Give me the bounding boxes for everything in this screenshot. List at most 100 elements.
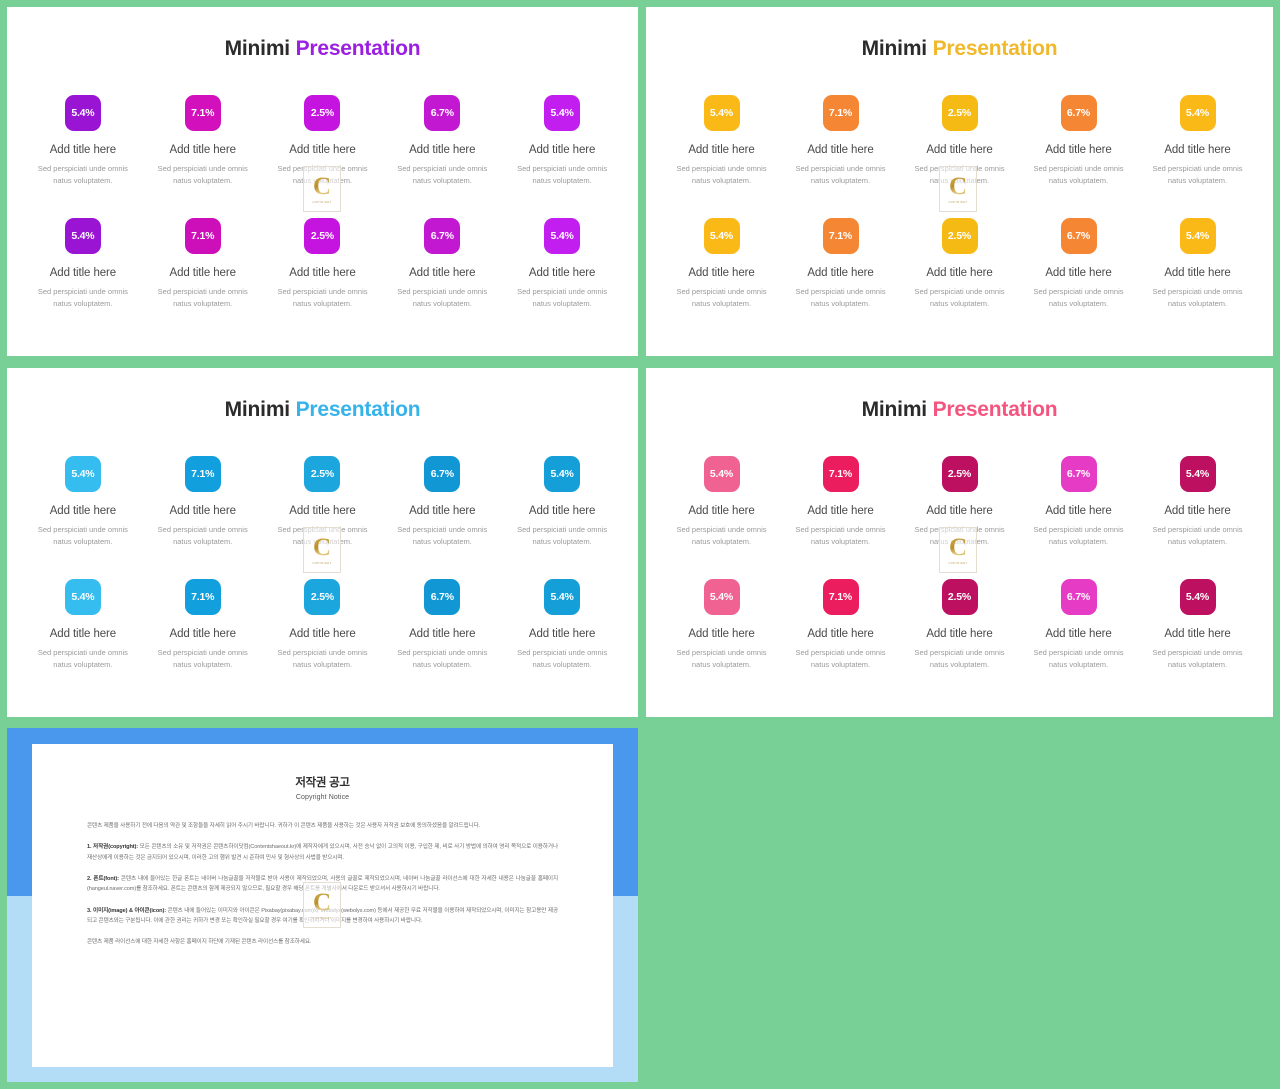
stat-badge: 5.4%	[1179, 218, 1216, 255]
stat-card: 5.4% Add title here Sed perspiciati unde o…	[23, 95, 143, 186]
slide-title-purple: Minimi Presentation	[7, 37, 638, 61]
stat-badge: 2.5%	[304, 579, 341, 616]
stat-card: 2.5% Add title here Sed perspiciati unde o…	[263, 456, 383, 547]
slide-preview-amber[interactable]: Minimi Presentation 5.4% Add title here Se…	[646, 7, 1273, 356]
stat-card-title: Add title here	[926, 505, 993, 517]
stat-card-grid: 5.4% Add title here Sed perspiciati unde o…	[646, 456, 1273, 671]
stat-badge: 2.5%	[304, 456, 341, 492]
stat-card: 5.4% Add title here Sed perspiciati unde o…	[662, 218, 781, 309]
stat-badge: 5.4%	[544, 218, 581, 255]
stat-card: 5.4% Add title here Sed perspiciati unde o…	[1138, 95, 1257, 186]
copyright-section-text: 모든 콘텐츠의 소유 및 저작권은 콘텐츠하이닷컴(Contentshaeout…	[87, 844, 558, 861]
stat-card: 7.1% Add title here Sed perspiciati unde o…	[781, 218, 900, 309]
stat-card: 6.7% Add title here Sed perspiciati unde o…	[382, 218, 502, 309]
stat-card: 5.4% Add title here Sed perspiciati unde o…	[662, 456, 781, 547]
stat-card-title: Add title here	[688, 267, 755, 280]
stat-card-title: Add title here	[169, 505, 236, 517]
stat-card: 5.4% Add title here Sed perspiciati unde o…	[502, 456, 622, 547]
stat-badge: 6.7%	[1060, 579, 1097, 616]
stat-card-description: Sed perspiciati unde omnis natus volupta…	[1152, 525, 1243, 546]
stat-badge: 5.4%	[544, 95, 581, 131]
stat-badge: 2.5%	[941, 95, 978, 131]
stat-card-description: Sed perspiciati unde omnis natus volupta…	[1033, 525, 1124, 546]
stat-card-title: Add title here	[289, 505, 356, 517]
copyright-doc-subtitle: Copyright Notice	[295, 794, 350, 801]
slide-preview-blue[interactable]: Minimi Presentation 5.4% Add title here Se…	[7, 368, 638, 717]
stat-card: 7.1% Add title here Sed perspiciati unde o…	[781, 579, 900, 670]
stat-card-description: Sed perspiciati unde omnis natus volupta…	[157, 648, 248, 669]
copyright-section-label: 2. 폰트(font):	[87, 876, 119, 883]
stat-card-description: Sed perspiciati unde omnis natus volupta…	[795, 525, 886, 546]
stat-badge: 5.4%	[64, 218, 101, 255]
stat-card: 5.4% Add title here Sed perspiciati unde o…	[662, 579, 781, 670]
stat-card-title: Add title here	[688, 505, 755, 517]
stat-badge: 5.4%	[64, 95, 101, 131]
stat-badge: 7.1%	[822, 95, 859, 131]
stat-card-description: Sed perspiciati unde omnis natus volupta…	[397, 164, 488, 185]
stat-card: 7.1% Add title here Sed perspiciati unde o…	[781, 95, 900, 186]
stat-card: 6.7% Add title here Sed perspiciati unde o…	[1019, 456, 1138, 547]
copyright-notice-slide[interactable]: 저작권 공고 Copyright Notice 콘텐츠 제품을 사용하기 전에 …	[7, 728, 638, 1082]
stat-card: 5.4% Add title here Sed perspiciati unde o…	[1138, 218, 1257, 309]
stat-card-title: Add title here	[528, 505, 596, 517]
stat-card-description: Sed perspiciati unde omnis natus volupta…	[37, 648, 128, 669]
stat-card-description: Sed perspiciati unde omnis natus volupta…	[676, 287, 767, 308]
slide-preview-pink[interactable]: Minimi Presentation 5.4% Add title here Se…	[646, 368, 1273, 717]
stat-card-description: Sed perspiciati unde omnis natus volupta…	[517, 525, 608, 546]
slide-title-accent: Presentation	[295, 37, 421, 60]
stat-badge: 6.7%	[424, 218, 461, 255]
stat-card: 5.4% Add title here Sed perspiciati unde o…	[23, 218, 143, 309]
copyright-section-label: 3. 이미지(image) & 아이콘(icon):	[87, 907, 166, 914]
stat-badge: 5.4%	[64, 456, 101, 492]
stat-card-description: Sed perspiciati unde omnis natus volupta…	[517, 287, 608, 308]
stat-card: 6.7% Add title here Sed perspiciati unde o…	[1019, 218, 1138, 309]
stat-badge: 5.4%	[703, 579, 740, 616]
stat-badge: 5.4%	[544, 456, 581, 492]
stat-card: 5.4% Add title here Sed perspiciati unde o…	[1138, 456, 1257, 547]
copyright-doc-title: 저작권 공고	[295, 777, 350, 789]
stat-card: 5.4% Add title here Sed perspiciati unde o…	[502, 579, 622, 670]
stat-card-description: Sed perspiciati unde omnis natus volupta…	[277, 648, 368, 669]
stat-card-title: Add title here	[409, 628, 476, 641]
stat-badge: 6.7%	[424, 95, 461, 131]
stat-card: 6.7% Add title here Sed perspiciati unde o…	[1019, 579, 1138, 670]
stat-card-title: Add title here	[49, 505, 117, 517]
slide-title-primary: Minimi	[224, 398, 290, 421]
stat-card-description: Sed perspiciati unde omnis natus volupta…	[277, 164, 368, 185]
slide-title-primary: Minimi	[224, 37, 290, 60]
stat-card: 2.5% Add title here Sed perspiciati unde o…	[263, 95, 383, 186]
stat-badge: 2.5%	[304, 95, 341, 131]
stat-card: 5.4% Add title here Sed perspiciati unde o…	[23, 456, 143, 547]
stat-card-title: Add title here	[688, 144, 755, 156]
slide-title-accent: Presentation	[932, 37, 1058, 60]
stat-card-grid: 5.4% Add title here Sed perspiciati unde o…	[7, 456, 638, 671]
copyright-intro-paragraph: 콘텐츠 제품을 사용하기 전에 다음의 약관 및 조항들을 자세히 읽어 주시기…	[87, 823, 481, 829]
stat-card: 7.1% Add title here Sed perspiciati unde o…	[143, 456, 263, 547]
stat-badge: 7.1%	[822, 579, 859, 616]
slide-title-primary: Minimi	[861, 398, 927, 421]
stat-badge: 7.1%	[184, 456, 221, 492]
stat-card-description: Sed perspiciati unde omnis natus volupta…	[1152, 287, 1243, 308]
copyright-footer-paragraph: 콘텐츠 제품 라이선스에 대한 자세한 사항은 홈페이지 하단에 기재된 콘텐츠…	[87, 939, 312, 946]
stat-card-description: Sed perspiciati unde omnis natus volupta…	[397, 287, 488, 308]
stat-card: 5.4% Add title here Sed perspiciati unde o…	[1138, 579, 1257, 670]
stat-card: 5.4% Add title here Sed perspiciati unde o…	[662, 95, 781, 186]
stat-card: 2.5% Add title here Sed perspiciati unde o…	[900, 579, 1019, 670]
stat-card-description: Sed perspiciati unde omnis natus volupta…	[517, 648, 608, 669]
stat-badge: 5.4%	[1179, 579, 1216, 616]
stat-card: 2.5% Add title here Sed perspiciati unde o…	[900, 218, 1019, 309]
stat-badge: 2.5%	[941, 456, 978, 492]
stat-card-title: Add title here	[1045, 267, 1112, 280]
slide-preview-purple[interactable]: Minimi Presentation 5.4% Add title here Se…	[7, 7, 638, 356]
stat-card-description: Sed perspiciati unde omnis natus volupta…	[914, 287, 1005, 308]
stat-card-description: Sed perspiciati unde omnis natus volupta…	[795, 164, 886, 185]
stat-card-description: Sed perspiciati unde omnis natus volupta…	[676, 648, 767, 669]
stat-badge: 6.7%	[1060, 456, 1097, 492]
stat-card: 5.4% Add title here Sed perspiciati unde o…	[23, 579, 143, 670]
stat-badge: 5.4%	[544, 579, 581, 616]
slide-title-amber: Minimi Presentation	[646, 37, 1273, 61]
stat-card-title: Add title here	[1164, 267, 1231, 280]
copyright-document-page: 저작권 공고 Copyright Notice 콘텐츠 제품을 사용하기 전에 …	[32, 744, 613, 1067]
stat-badge: 5.4%	[1179, 456, 1216, 492]
stat-card-title: Add title here	[409, 505, 476, 517]
